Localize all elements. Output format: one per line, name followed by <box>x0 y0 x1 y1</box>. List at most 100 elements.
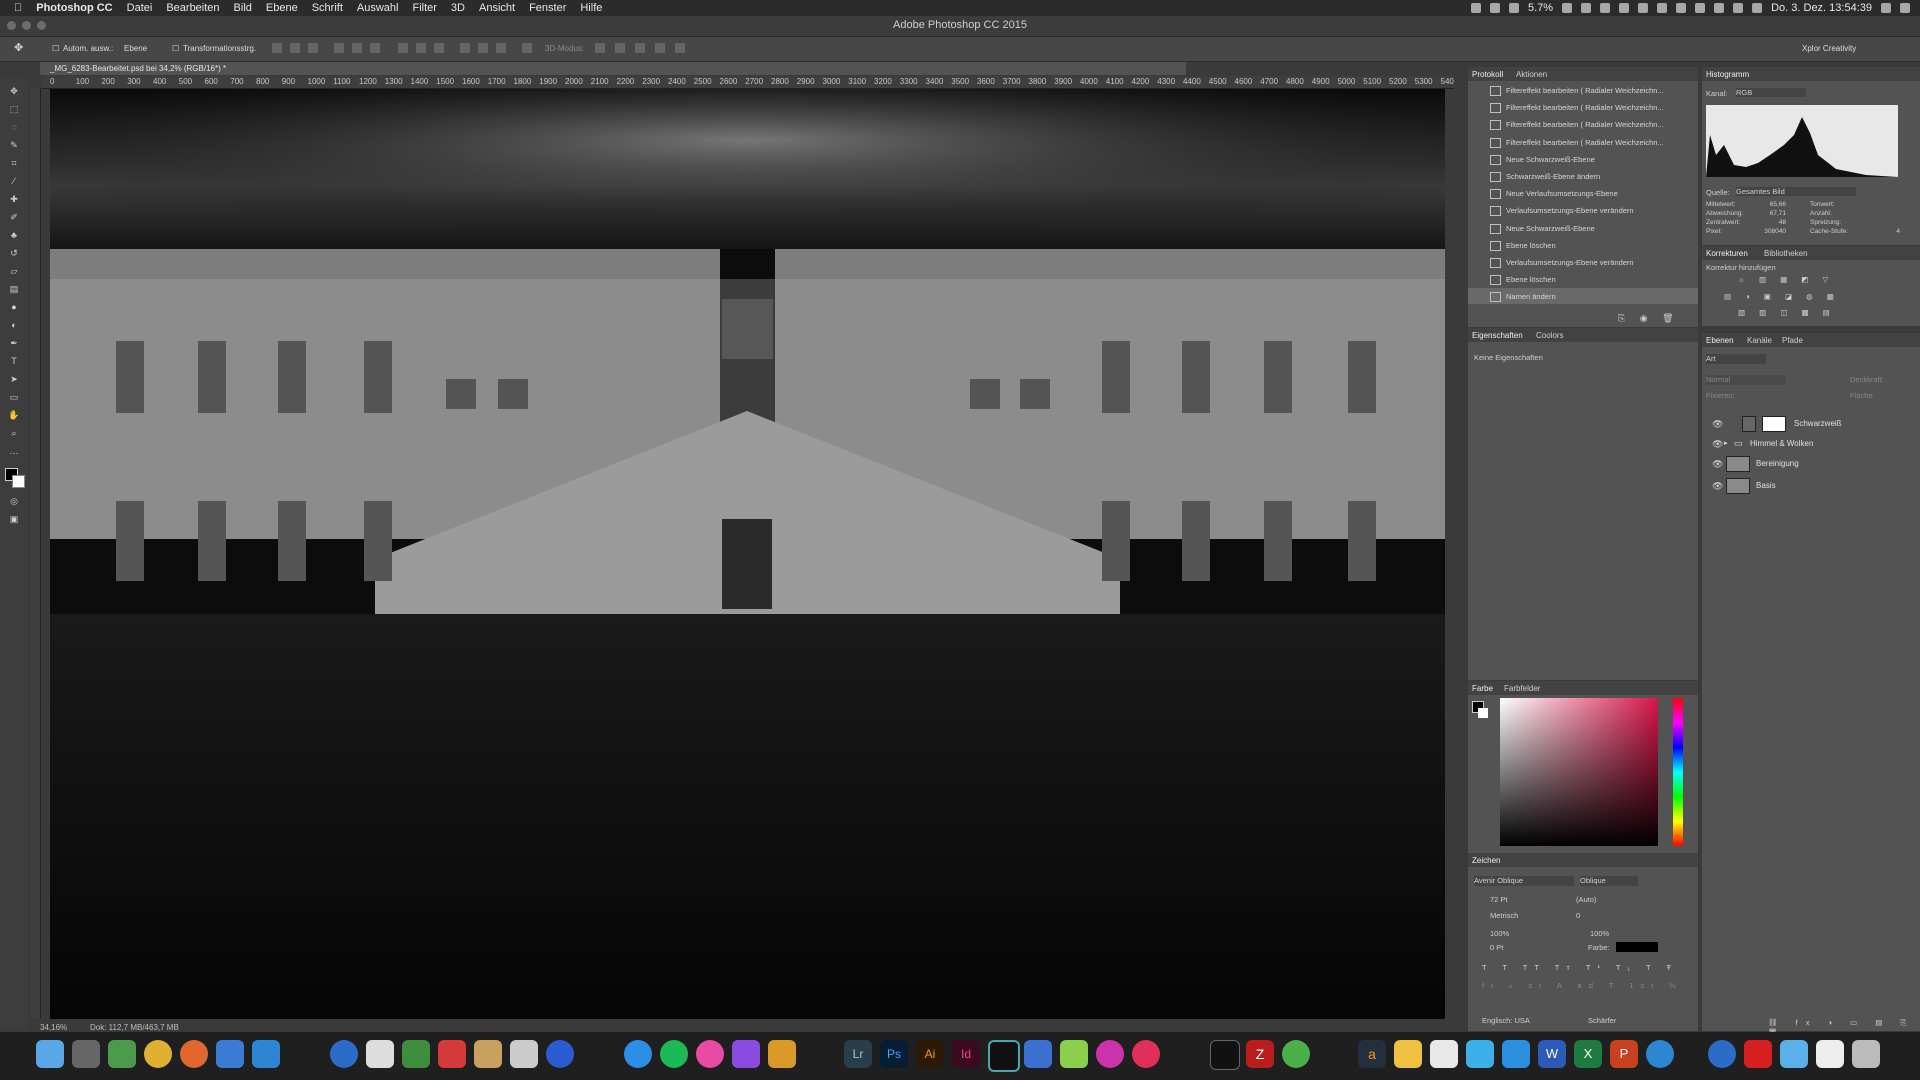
rectangle-tool-icon[interactable]: ▭ <box>8 392 20 403</box>
apple-menu-icon[interactable]:  <box>14 2 22 14</box>
app-icon[interactable] <box>1096 1040 1124 1068</box>
3d-roll-icon[interactable] <box>615 43 625 53</box>
font-size-field[interactable]: 72 Pt <box>1490 895 1508 904</box>
font-family-select[interactable]: Avenir Oblique <box>1474 876 1574 886</box>
app-icon[interactable] <box>1466 1040 1494 1068</box>
3d-drag-icon[interactable] <box>635 43 645 53</box>
align-left-icon[interactable] <box>334 43 344 53</box>
brush-tool-icon[interactable]: ✐ <box>8 212 20 223</box>
clock[interactable]: Do. 3. Dez. 13:54:39 <box>1771 2 1872 14</box>
trash-icon[interactable]: 🗑 <box>1662 313 1673 323</box>
app-icon[interactable] <box>732 1040 760 1068</box>
menu-hilfe[interactable]: Hilfe <box>580 2 602 14</box>
tab-history[interactable]: Protokoll <box>1472 70 1503 79</box>
app-icon[interactable] <box>1430 1040 1458 1068</box>
history-item[interactable]: Verlaufsumsetzungs-Ebene verändern <box>1468 202 1698 218</box>
menu-schrift[interactable]: Schrift <box>312 2 343 14</box>
camera-icon[interactable]: ◉ <box>1640 313 1648 323</box>
type-style-buttons[interactable]: T T TT Tт T¹ T₁ T Ŧ <box>1482 963 1678 972</box>
vertical-scale-field[interactable]: 100% <box>1490 929 1509 938</box>
kerning-field[interactable]: Metrisch <box>1490 911 1518 920</box>
expand-group-chevron-icon[interactable]: ▸ <box>1724 439 1728 447</box>
font-style-select[interactable]: Oblique <box>1580 876 1638 886</box>
pen-tool-icon[interactable]: ✒ <box>8 338 20 349</box>
history-item[interactable]: Filtereffekt bearbeiten ( Radialer Weich… <box>1468 116 1698 132</box>
leading-field[interactable]: (Auto) <box>1576 895 1596 904</box>
finder-icon[interactable] <box>36 1040 64 1068</box>
tab-coolors[interactable]: Coolors <box>1536 331 1564 340</box>
dodge-tool-icon[interactable]: ◐ <box>8 320 20 331</box>
app-icon[interactable] <box>1024 1040 1052 1068</box>
align-vcenter-icon[interactable] <box>290 43 300 53</box>
tab-layers[interactable]: Ebenen <box>1706 336 1734 345</box>
tab-paths[interactable]: Pfade <box>1782 336 1803 345</box>
history-item[interactable]: Verlaufsumsetzungs-Ebene verändern <box>1468 254 1698 270</box>
spotify-icon[interactable] <box>660 1040 688 1068</box>
lightroom-icon[interactable]: Lr <box>844 1040 872 1068</box>
horizontal-scale-field[interactable]: 100% <box>1590 929 1609 938</box>
tab-color[interactable]: Farbe <box>1472 684 1493 693</box>
history-item[interactable]: Namen ändern <box>1468 288 1698 305</box>
indesign-icon[interactable]: Id <box>952 1040 980 1068</box>
document-tab[interactable]: _MG_6283-Bearbeitet.psd bei 34,2% (RGB/1… <box>40 62 1186 75</box>
acrobat-icon[interactable] <box>1744 1040 1772 1068</box>
align-right-icon[interactable] <box>370 43 380 53</box>
menu-ebene[interactable]: Ebene <box>266 2 298 14</box>
adjustment-icons-row-2[interactable]: ▤ ◑ ▣ ◪ ◍ ▦ <box>1724 292 1840 301</box>
tab-character[interactable]: Zeichen <box>1472 856 1500 865</box>
histogram-channel-select[interactable]: RGB <box>1736 88 1806 97</box>
align-top-icon[interactable] <box>272 43 282 53</box>
distribute-right-icon[interactable] <box>496 43 506 53</box>
visibility-eye-icon[interactable]: 👁 <box>1712 481 1723 492</box>
app-icon[interactable] <box>366 1040 394 1068</box>
menu-app[interactable]: Photoshop CC <box>36 2 112 14</box>
app-icon[interactable] <box>1282 1040 1310 1068</box>
histogram-source-select[interactable]: Gesamtes Bild <box>1736 187 1856 196</box>
app-icon[interactable] <box>1060 1040 1088 1068</box>
trash-icon[interactable] <box>1852 1040 1880 1068</box>
3d-rotate-icon[interactable] <box>595 43 605 53</box>
app-icon[interactable] <box>402 1040 430 1068</box>
bluetooth-icon[interactable] <box>1695 3 1706 13</box>
layer-filter-select[interactable]: Art <box>1706 354 1766 364</box>
layer-row[interactable]: 👁 ▸ ▭ Himmel & Wolken <box>1702 433 1920 453</box>
app-icon[interactable] <box>108 1040 136 1068</box>
powerpoint-icon[interactable]: P <box>1610 1040 1638 1068</box>
document-canvas[interactable] <box>50 89 1445 1019</box>
status-icon[interactable] <box>1562 3 1573 13</box>
menu-bild[interactable]: Bild <box>234 2 252 14</box>
status-icon[interactable] <box>1600 3 1611 13</box>
status-icon[interactable] <box>1657 3 1668 13</box>
amazon-icon[interactable]: a <box>1358 1040 1386 1068</box>
healing-brush-tool-icon[interactable]: ✚ <box>8 194 20 205</box>
menu-datei[interactable]: Datei <box>127 2 153 14</box>
auto-select-checkbox[interactable]: ☐ <box>52 44 59 53</box>
menu-fenster[interactable]: Fenster <box>529 2 566 14</box>
wifi-icon[interactable] <box>1714 3 1725 13</box>
app-icon[interactable] <box>1646 1040 1674 1068</box>
adjustment-icons-row-1[interactable]: ☼ ▥ ▦ ◩ ▽ <box>1738 275 1834 284</box>
blur-tool-icon[interactable]: ● <box>8 302 20 313</box>
document-icon[interactable] <box>1816 1040 1844 1068</box>
zoom-tool-icon[interactable]: ⌕ <box>8 428 20 439</box>
color-field[interactable] <box>1500 698 1658 846</box>
screen-mode-icon[interactable]: ▣ <box>8 514 20 525</box>
bg-color-swatch[interactable] <box>1478 708 1488 718</box>
align-hcenter-icon[interactable] <box>352 43 362 53</box>
align-bottom-icon[interactable] <box>308 43 318 53</box>
app-icon[interactable] <box>1132 1040 1160 1068</box>
menu-ansicht[interactable]: Ansicht <box>479 2 515 14</box>
firefox-icon[interactable] <box>180 1040 208 1068</box>
app-icon[interactable] <box>252 1040 280 1068</box>
app-icon[interactable] <box>474 1040 502 1068</box>
baseline-shift-field[interactable]: 0 Pt <box>1490 943 1503 952</box>
status-icon[interactable] <box>1638 3 1649 13</box>
quick-select-tool-icon[interactable]: ✎ <box>8 140 20 151</box>
tab-histogram[interactable]: Histogramm <box>1706 70 1749 79</box>
auto-align-icon[interactable] <box>522 43 532 53</box>
zoom-level[interactable]: 34,16% <box>40 1023 67 1032</box>
status-icon[interactable] <box>1471 3 1482 13</box>
move-tool-preset-icon[interactable]: ✥ <box>14 41 23 54</box>
history-brush-tool-icon[interactable]: ↺ <box>8 248 20 259</box>
tab-swatches[interactable]: Farbfelder <box>1504 684 1540 693</box>
